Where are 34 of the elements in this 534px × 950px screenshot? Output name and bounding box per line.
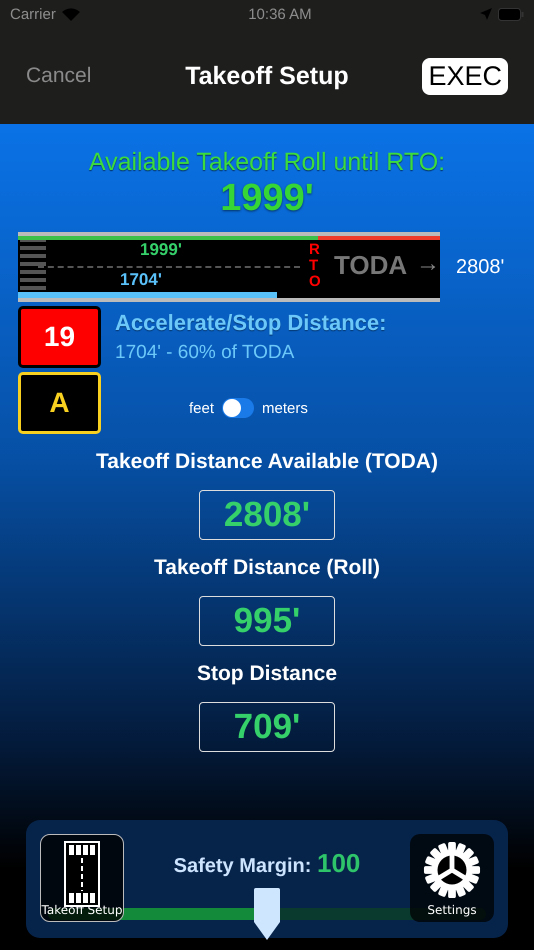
- cancel-button[interactable]: Cancel: [26, 64, 92, 88]
- runway-number-sign: 19: [18, 306, 101, 368]
- toda-value: 2808': [456, 256, 504, 278]
- meters-label: meters: [262, 400, 308, 416]
- accelerate-stop-title: Accelerate/Stop Distance:: [115, 310, 388, 336]
- location-icon: [480, 8, 492, 20]
- distance-label: Takeoff Distance Available (TODA): [96, 450, 438, 474]
- taxiway-sign: A: [18, 372, 101, 434]
- dock-tile[interactable]: Settings: [410, 834, 494, 922]
- rto-marker: R T O: [309, 242, 321, 290]
- units-toggle[interactable]: [222, 398, 254, 418]
- arrow-label: →: [416, 250, 440, 278]
- distance-label: Takeoff Distance (Roll): [154, 556, 380, 580]
- accelerate-stop-detail: 1704' - 60% of TODA: [115, 342, 296, 364]
- feet-label: feet: [189, 400, 214, 416]
- toda-label: TODA: [334, 250, 408, 281]
- wifi-icon: [62, 8, 80, 20]
- distance-value: 709': [199, 702, 335, 752]
- distance-value: 995': [199, 596, 335, 646]
- safety-margin-value: 100: [316, 848, 360, 878]
- roll-value: 1999': [220, 177, 314, 220]
- distance-value: 2808': [199, 490, 335, 540]
- slider-thumb[interactable]: [254, 888, 280, 940]
- rto-distance: 1999': [140, 240, 182, 260]
- roll-label: Available Takeoff Roll until RTO:: [88, 148, 446, 177]
- distance-label: Stop Distance: [196, 662, 338, 686]
- carrier-label: Carrier: [10, 6, 56, 22]
- accel-stop-distance: 1704': [120, 270, 162, 290]
- safety-margin-label: Safety Margin:: [174, 855, 312, 877]
- clock: 10:36 AM: [248, 6, 312, 22]
- settings-icon: [423, 841, 481, 899]
- battery-icon: [498, 8, 524, 20]
- screen-title: Takeoff Setup: [185, 62, 349, 90]
- exec-button[interactable]: EXEC: [422, 58, 508, 94]
